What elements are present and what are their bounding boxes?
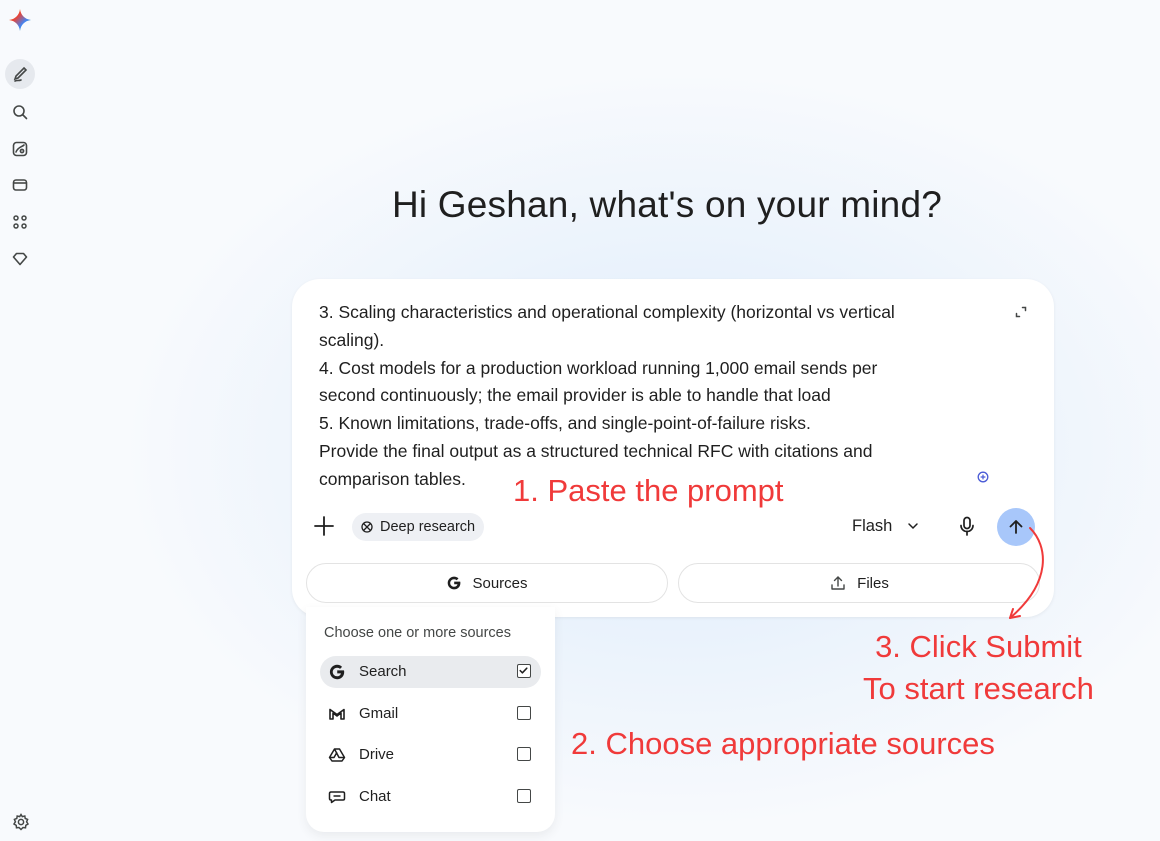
apps-button[interactable]	[5, 207, 35, 237]
chevron-down-icon	[908, 523, 919, 530]
source-option-label: Search	[359, 663, 407, 680]
sources-menu-header: Choose one or more sources	[324, 625, 511, 641]
new-chat-button[interactable]	[5, 59, 35, 89]
search-button[interactable]	[5, 97, 35, 127]
source-checkbox[interactable]	[517, 789, 531, 803]
model-selector[interactable]: Flash	[852, 514, 920, 538]
prompt-line: 3. Scaling characteristics and operation…	[319, 302, 895, 322]
prompt-line: 5. Known limitations, trade-offs, and si…	[319, 413, 811, 434]
source-checkbox[interactable]	[517, 747, 531, 761]
source-option-gmail[interactable]: Gmail	[320, 698, 541, 730]
deep-research-icon	[361, 521, 373, 533]
source-option-chat[interactable]: Chat	[320, 781, 541, 813]
settings-icon	[12, 813, 30, 831]
annotation-step-3-line-1: 3. Click Submit	[875, 629, 1082, 664]
diamond-icon	[12, 252, 28, 266]
drive-icon	[328, 746, 346, 764]
prompt-input[interactable]: 3. Scaling characteristics and operation…	[319, 299, 969, 494]
annotation-step-3: 3. Click Submit To start research	[863, 626, 1094, 710]
annotation-step-3-line-2: To start research	[863, 671, 1094, 706]
source-option-search[interactable]: Search	[320, 656, 541, 688]
google-g-icon	[448, 576, 461, 590]
deep-research-label: Deep research	[380, 519, 476, 535]
source-checkbox-checked[interactable]	[517, 664, 531, 678]
folder-icon	[12, 179, 28, 191]
prompt-line: scaling).	[319, 329, 385, 350]
upgrade-button[interactable]	[5, 244, 35, 274]
prompt-composer: 3. Scaling characteristics and operation…	[292, 279, 1054, 617]
files-button[interactable]: Files	[678, 563, 1040, 603]
source-checkbox[interactable]	[517, 706, 531, 720]
gem-image-icon	[12, 141, 28, 157]
source-option-label: Gmail	[359, 705, 399, 722]
gmail-icon	[328, 705, 346, 723]
source-option-label: Drive	[359, 746, 395, 763]
gemini-sparkle-icon[interactable]	[5, 5, 35, 35]
upload-icon	[831, 576, 845, 590]
files-label: Files	[857, 574, 889, 592]
source-option-label: Chat	[359, 788, 391, 805]
sources-button[interactable]: Sources	[306, 563, 668, 603]
sources-menu: Choose one or more sources Search Gmail	[306, 607, 555, 832]
sources-label: Sources	[472, 574, 528, 592]
apps-icon	[13, 215, 27, 229]
prompt-line: second continuously; the email provider …	[319, 385, 831, 406]
google-g-icon	[328, 663, 346, 681]
plus-icon	[314, 516, 334, 536]
add-attachment-button[interactable]	[312, 514, 336, 538]
greeting-title: Hi Geshan, what's on your mind?	[391, 184, 943, 225]
expand-icon[interactable]	[1012, 303, 1030, 321]
source-option-drive[interactable]: Drive	[320, 739, 541, 771]
edit-icon	[13, 66, 28, 82]
microphone-button[interactable]	[955, 514, 979, 538]
prompt-line: 4. Cost models for a production workload…	[319, 357, 878, 378]
annotation-step-2: 2. Choose appropriate sources	[571, 726, 995, 761]
add-circle-icon	[977, 470, 989, 483]
library-button[interactable]	[5, 170, 35, 200]
gems-button[interactable]	[5, 134, 35, 164]
search-icon	[13, 105, 28, 120]
deep-research-chip[interactable]: Deep research	[352, 513, 485, 541]
prompt-line: Provide the final output as a structured…	[319, 440, 873, 461]
sidebar-rail	[0, 0, 40, 841]
chat-icon	[328, 788, 346, 806]
model-label: Flash	[852, 516, 893, 535]
settings-button[interactable]	[11, 812, 31, 832]
annotation-step-1: 1. Paste the prompt	[513, 473, 784, 508]
microphone-icon	[960, 516, 974, 536]
annotation-arrow	[1009, 527, 1044, 619]
